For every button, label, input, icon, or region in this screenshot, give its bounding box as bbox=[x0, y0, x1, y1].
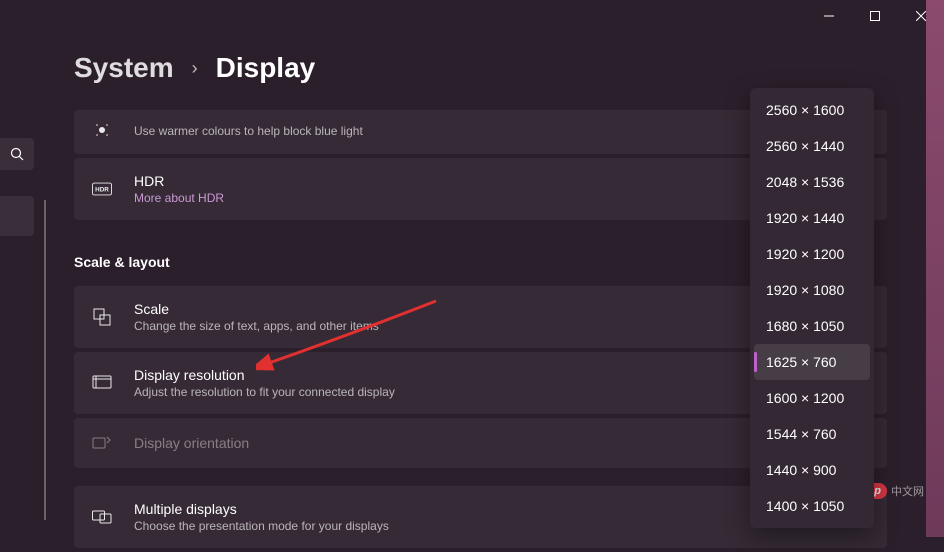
breadcrumb-parent[interactable]: System bbox=[74, 52, 174, 84]
minimize-button[interactable] bbox=[806, 0, 852, 32]
night-light-icon bbox=[92, 120, 112, 140]
resolution-option[interactable]: 1920 × 1080 bbox=[754, 272, 870, 308]
breadcrumb: System › Display bbox=[74, 52, 889, 84]
scale-sub: Change the size of text, apps, and other… bbox=[134, 319, 737, 333]
resolution-option[interactable]: 1544 × 760 bbox=[754, 416, 870, 452]
resolution-icon bbox=[92, 373, 112, 393]
resolution-option[interactable]: 1920 × 1440 bbox=[754, 200, 870, 236]
resolution-option[interactable]: 1440 × 900 bbox=[754, 452, 870, 488]
scale-title: Scale bbox=[134, 301, 737, 317]
resolution-option[interactable]: 1680 × 1050 bbox=[754, 308, 870, 344]
multiple-displays-icon bbox=[92, 507, 112, 527]
resolution-option[interactable]: 1625 × 760 bbox=[754, 344, 870, 380]
chevron-right-icon: › bbox=[192, 58, 198, 79]
scrollbar-indicator bbox=[44, 200, 46, 520]
scale-icon bbox=[92, 307, 112, 327]
watermark-text: 中文网 bbox=[891, 483, 924, 499]
left-rail bbox=[0, 138, 34, 236]
search-button[interactable] bbox=[0, 138, 34, 170]
breadcrumb-current: Display bbox=[216, 52, 316, 84]
resolution-option[interactable]: 1400 × 1050 bbox=[754, 488, 870, 524]
resolution-option[interactable]: 1600 × 1200 bbox=[754, 380, 870, 416]
resolution-dropdown-menu: 2560 × 16002560 × 14402048 × 15361920 × … bbox=[750, 88, 874, 528]
hdr-icon: HDR bbox=[92, 179, 112, 199]
resolution-option[interactable]: 2560 × 1600 bbox=[754, 92, 870, 128]
right-window-edge bbox=[926, 0, 944, 537]
svg-text:HDR: HDR bbox=[95, 187, 109, 194]
resolution-option[interactable]: 2048 × 1536 bbox=[754, 164, 870, 200]
orientation-icon bbox=[92, 433, 112, 453]
resolution-option[interactable]: 2560 × 1440 bbox=[754, 128, 870, 164]
maximize-button[interactable] bbox=[852, 0, 898, 32]
resolution-option[interactable]: 1920 × 1200 bbox=[754, 236, 870, 272]
window-controls bbox=[806, 0, 944, 32]
close-button[interactable] bbox=[898, 0, 944, 32]
nav-item-active[interactable] bbox=[0, 196, 34, 236]
